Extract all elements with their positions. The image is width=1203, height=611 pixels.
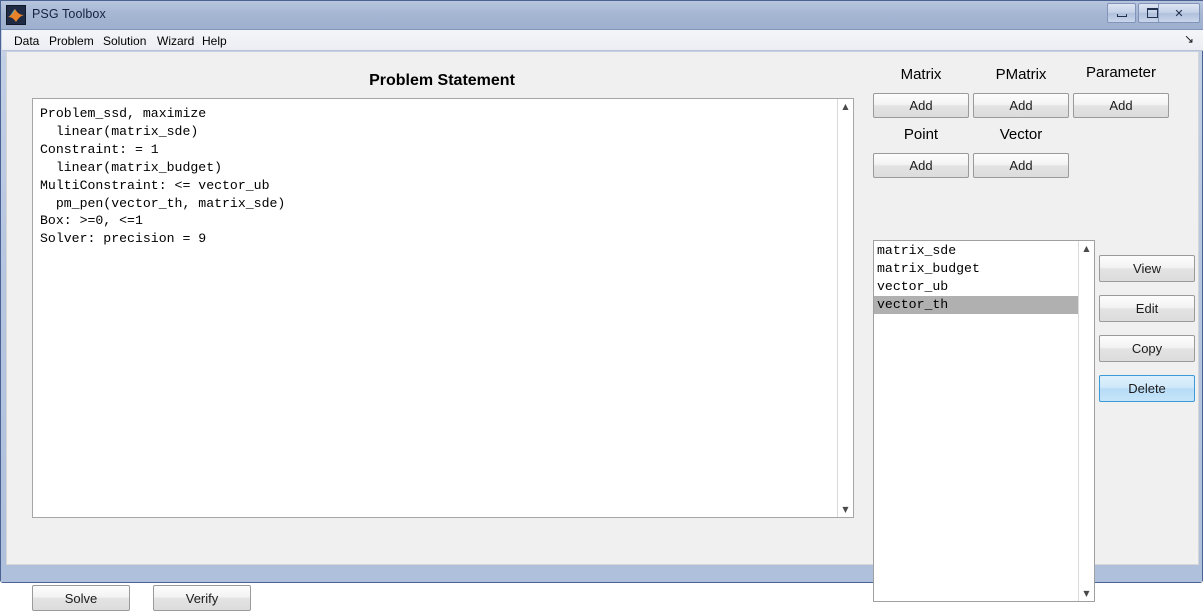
problem-statement-scrollbar[interactable]: ▲ ▼ [837, 99, 853, 517]
client-area: Problem Statement Problem_ssd, maximize … [6, 52, 1199, 611]
group-label-point: Point [903, 126, 939, 143]
close-button[interactable]: ✕ [1158, 3, 1200, 23]
problem-statement-textarea[interactable]: Problem_ssd, maximize linear(matrix_sde)… [32, 98, 854, 518]
scroll-down-icon[interactable]: ▼ [838, 502, 853, 517]
page-title: Problem Statement [369, 72, 515, 89]
list-item[interactable]: matrix_budget [874, 260, 1078, 278]
list-item[interactable]: vector_ub [874, 278, 1078, 296]
listbox-scrollbar[interactable]: ▲ ▼ [1078, 241, 1094, 601]
add-matrix-button[interactable]: Add [873, 93, 969, 118]
group-label-pmatrix: PMatrix [995, 66, 1047, 83]
problem-statement-text: Problem_ssd, maximize linear(matrix_sde)… [40, 106, 286, 247]
menu-item-problem[interactable]: Problem [45, 33, 98, 49]
scroll-down-icon[interactable]: ▼ [1079, 586, 1094, 601]
copy-button[interactable]: Copy [1099, 335, 1195, 362]
edit-button[interactable]: Edit [1099, 295, 1195, 322]
solve-button[interactable]: Solve [32, 585, 130, 611]
dock-arrow-icon[interactable]: ↘ [1184, 32, 1194, 46]
list-item[interactable]: matrix_sde [874, 242, 1078, 260]
close-icon: ✕ [1174, 6, 1184, 20]
application-window: PSG Toolbox ✕ Data Problem Solution Wiza… [0, 0, 1203, 611]
data-objects-listbox[interactable]: matrix_sde matrix_budget vector_ub vecto… [873, 240, 1095, 602]
add-point-button[interactable]: Add [873, 153, 969, 178]
add-vector-button[interactable]: Add [973, 153, 1069, 178]
window-title: PSG Toolbox [32, 7, 106, 21]
verify-button[interactable]: Verify [153, 585, 251, 611]
add-pmatrix-button[interactable]: Add [973, 93, 1069, 118]
group-label-parameter: Parameter [1085, 64, 1157, 81]
group-label-matrix: Matrix [900, 66, 942, 83]
minimize-icon [1108, 4, 1135, 22]
group-label-vector: Vector [999, 126, 1043, 143]
view-button[interactable]: View [1099, 255, 1195, 282]
list-item-selected[interactable]: vector_th [874, 296, 1078, 314]
menu-item-wizard[interactable]: Wizard [153, 33, 198, 49]
minimize-button[interactable] [1107, 3, 1136, 23]
delete-button[interactable]: Delete [1099, 375, 1195, 402]
matlab-membrane-icon [6, 5, 26, 25]
menu-bar: Data Problem Solution Wizard Help ↘ [2, 30, 1203, 51]
listbox-items: matrix_sde matrix_budget vector_ub vecto… [874, 242, 1078, 314]
menu-item-solution[interactable]: Solution [99, 33, 150, 49]
scroll-up-icon[interactable]: ▲ [1079, 241, 1094, 256]
add-parameter-button[interactable]: Add [1073, 93, 1169, 118]
menu-item-help[interactable]: Help [198, 33, 231, 49]
scroll-up-icon[interactable]: ▲ [838, 99, 853, 114]
title-bar[interactable]: PSG Toolbox ✕ [1, 1, 1203, 30]
menu-item-data[interactable]: Data [10, 33, 43, 49]
